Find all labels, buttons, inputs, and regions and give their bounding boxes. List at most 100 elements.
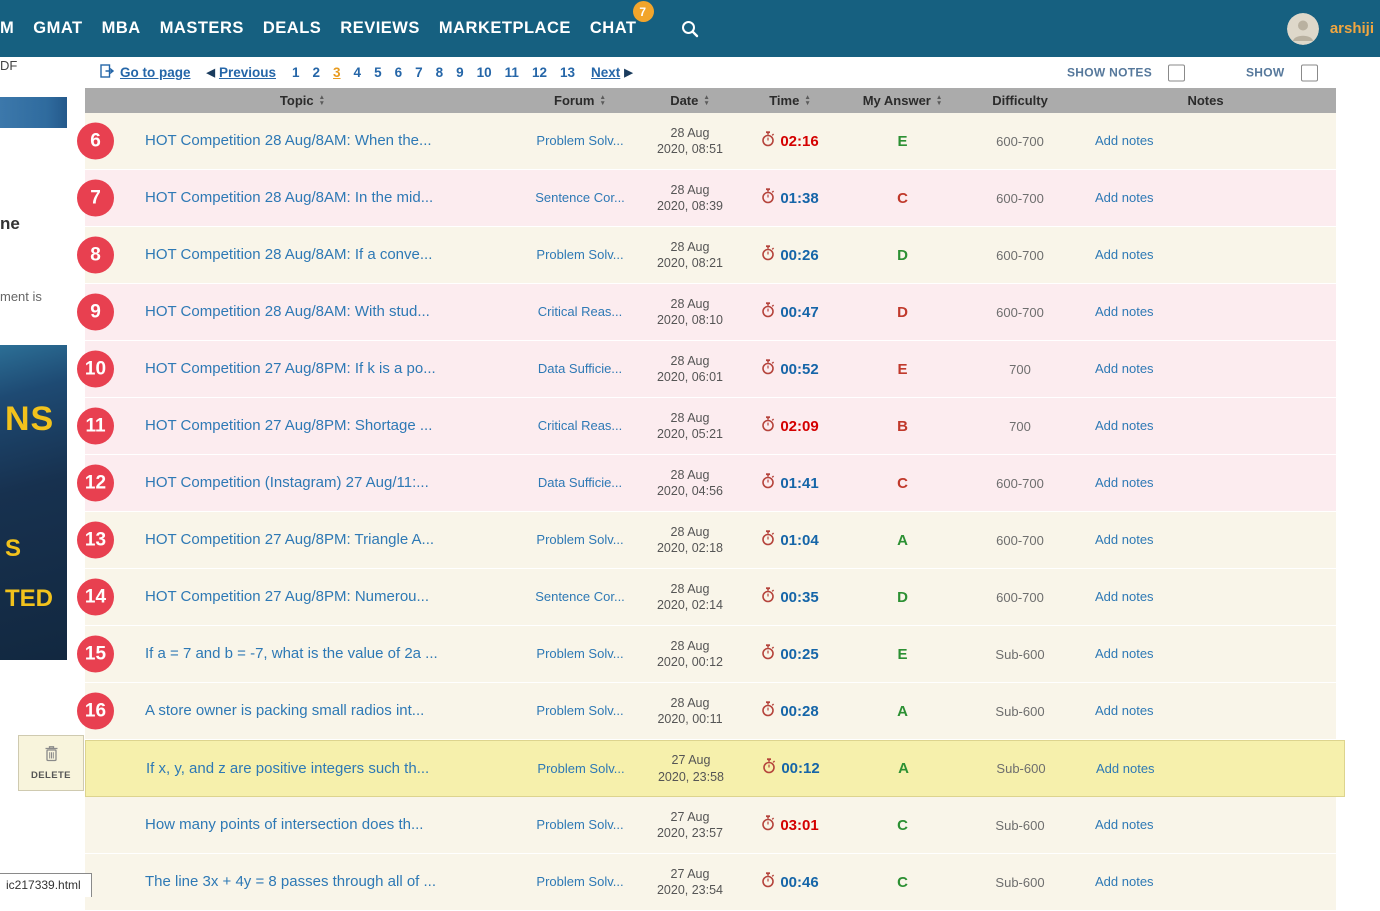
header-topic[interactable]: Topic — [85, 93, 520, 108]
table-row[interactable]: 10 HOT Competition 27 Aug/8PM: If k is a… — [77, 341, 1336, 398]
stopwatch-icon — [761, 187, 775, 209]
add-notes-link[interactable]: Add notes — [1095, 190, 1154, 205]
header-notes: Notes — [1075, 93, 1336, 108]
add-notes-link[interactable]: Add notes — [1096, 761, 1155, 776]
topic-link[interactable]: HOT Competition 28 Aug/8AM: When the... — [145, 132, 432, 149]
forum-link[interactable]: Problem Solv... — [536, 817, 623, 832]
page-number-1[interactable]: 1 — [292, 65, 300, 80]
add-notes-link[interactable]: Add notes — [1095, 304, 1154, 319]
username[interactable]: arshiji — [1330, 20, 1374, 37]
topic-link[interactable]: How many points of intersection does th.… — [145, 816, 423, 833]
table-header: Topic Forum Date Time My Answer Difficul… — [85, 88, 1336, 113]
nav-item-gmat[interactable]: GMAT — [33, 19, 82, 38]
trash-icon — [44, 745, 59, 767]
add-notes-link[interactable]: Add notes — [1095, 874, 1154, 889]
page-number-2[interactable]: 2 — [313, 65, 321, 80]
sidebar-blue-banner[interactable] — [0, 97, 67, 128]
forum-link[interactable]: Critical Reas... — [538, 418, 623, 433]
page-number-7[interactable]: 7 — [415, 65, 423, 80]
header-time[interactable]: Time — [740, 93, 840, 108]
topic-link[interactable]: HOT Competition 28 Aug/8AM: If a conve..… — [145, 246, 432, 263]
topic-link[interactable]: HOT Competition (Instagram) 27 Aug/11:..… — [145, 474, 429, 491]
table-row[interactable]: 16 A store owner is packing small radios… — [77, 683, 1336, 740]
table-row[interactable]: 7 HOT Competition 28 Aug/8AM: In the mid… — [77, 170, 1336, 227]
delete-button[interactable]: DELETE — [18, 735, 84, 791]
page-number-3[interactable]: 3 — [333, 65, 341, 80]
table-row[interactable]: 6 HOT Competition 28 Aug/8AM: When the..… — [77, 113, 1336, 170]
add-notes-link[interactable]: Add notes — [1095, 418, 1154, 433]
forum-link[interactable]: Critical Reas... — [538, 304, 623, 319]
page-number-8[interactable]: 8 — [436, 65, 444, 80]
forum-link[interactable]: Problem Solv... — [536, 247, 623, 262]
avatar[interactable] — [1286, 12, 1319, 45]
nav-item-forum-partial[interactable]: M — [0, 19, 14, 38]
forum-cell: Problem Solv... — [520, 873, 640, 891]
add-notes-link[interactable]: Add notes — [1095, 817, 1154, 832]
add-notes-link[interactable]: Add notes — [1095, 589, 1154, 604]
nav-item-reviews[interactable]: REVIEWS — [340, 19, 420, 38]
add-notes-link[interactable]: Add notes — [1095, 532, 1154, 547]
add-notes-link[interactable]: Add notes — [1095, 247, 1154, 262]
nav-item-deals[interactable]: DEALS — [263, 19, 321, 38]
header-my-answer[interactable]: My Answer — [840, 93, 965, 108]
add-notes-link[interactable]: Add notes — [1095, 475, 1154, 490]
forum-link[interactable]: Problem Solv... — [536, 874, 623, 889]
topic-link[interactable]: If a = 7 and b = -7, what is the value o… — [145, 645, 438, 662]
table-row[interactable]: If x, y, and z are positive integers suc… — [85, 740, 1345, 797]
table-row[interactable]: 8 HOT Competition 28 Aug/8AM: If a conve… — [77, 227, 1336, 284]
add-notes-link[interactable]: Add notes — [1095, 133, 1154, 148]
page-number-4[interactable]: 4 — [354, 65, 362, 80]
forum-link[interactable]: Problem Solv... — [536, 646, 623, 661]
topic-link[interactable]: If x, y, and z are positive integers suc… — [146, 760, 429, 777]
forum-link[interactable]: Data Sufficie... — [538, 361, 622, 376]
topic-link[interactable]: HOT Competition 27 Aug/8PM: Numerou... — [145, 588, 429, 605]
topic-link[interactable]: A store owner is packing small radios in… — [145, 702, 424, 719]
add-notes-link[interactable]: Add notes — [1095, 361, 1154, 376]
forum-link[interactable]: Problem Solv... — [537, 761, 624, 776]
table-row[interactable]: 13 HOT Competition 27 Aug/8PM: Triangle … — [77, 512, 1336, 569]
forum-link[interactable]: Sentence Cor... — [535, 589, 625, 604]
search-icon[interactable] — [680, 19, 700, 39]
add-notes-link[interactable]: Add notes — [1095, 646, 1154, 661]
page-number-9[interactable]: 9 — [456, 65, 464, 80]
table-row[interactable]: The line 3x + 4y = 8 passes through all … — [85, 854, 1336, 911]
page-number-5[interactable]: 5 — [374, 65, 382, 80]
nav-item-mba[interactable]: MBA — [102, 19, 141, 38]
topic-link[interactable]: HOT Competition 27 Aug/8PM: If k is a po… — [145, 360, 436, 377]
next-page-link[interactable]: Next — [591, 65, 633, 80]
header-forum[interactable]: Forum — [520, 93, 640, 108]
nav-item-masters[interactable]: MASTERS — [160, 19, 244, 38]
topic-link[interactable]: HOT Competition 28 Aug/8AM: In the mid..… — [145, 189, 433, 206]
nav-item-marketplace[interactable]: MARKETPLACE — [439, 19, 571, 38]
topic-link[interactable]: HOT Competition 27 Aug/8PM: Shortage ... — [145, 417, 432, 434]
forum-link[interactable]: Problem Solv... — [536, 532, 623, 547]
nav-item-chat[interactable]: CHAT 7 — [590, 1, 654, 38]
page-number-10[interactable]: 10 — [477, 65, 492, 80]
next-label: Next — [591, 65, 621, 80]
page-number-6[interactable]: 6 — [395, 65, 403, 80]
ad-banner[interactable]: NS S TED — [0, 345, 67, 660]
forum-link[interactable]: Data Sufficie... — [538, 475, 622, 490]
forum-link[interactable]: Problem Solv... — [536, 133, 623, 148]
previous-page-link[interactable]: Previous — [207, 65, 276, 80]
table-row[interactable]: 9 HOT Competition 28 Aug/8AM: With stud.… — [77, 284, 1336, 341]
page-number-13[interactable]: 13 — [560, 65, 575, 80]
table-row[interactable]: 14 HOT Competition 27 Aug/8PM: Numerou..… — [77, 569, 1336, 626]
table-row[interactable]: 12 HOT Competition (Instagram) 27 Aug/11… — [77, 455, 1336, 512]
show-checkbox[interactable] — [1300, 64, 1318, 81]
topic-link[interactable]: HOT Competition 27 Aug/8PM: Triangle A..… — [145, 531, 434, 548]
page-number-12[interactable]: 12 — [532, 65, 547, 80]
topic-link[interactable]: The line 3x + 4y = 8 passes through all … — [145, 873, 436, 890]
topic-link[interactable]: HOT Competition 28 Aug/8AM: With stud... — [145, 303, 430, 320]
header-date[interactable]: Date — [640, 93, 740, 108]
page-number-11[interactable]: 11 — [505, 65, 519, 80]
show-notes-checkbox[interactable] — [1168, 64, 1186, 81]
forum-link[interactable]: Sentence Cor... — [535, 190, 625, 205]
table-row[interactable]: 15 If a = 7 and b = -7, what is the valu… — [77, 626, 1336, 683]
forum-link[interactable]: Problem Solv... — [536, 703, 623, 718]
add-notes-link[interactable]: Add notes — [1095, 703, 1154, 718]
table-row[interactable]: How many points of intersection does th.… — [85, 797, 1336, 854]
go-to-page[interactable]: Go to page — [100, 64, 191, 81]
table-row[interactable]: 11 HOT Competition 27 Aug/8PM: Shortage … — [77, 398, 1336, 455]
elapsed-time: 02:09 — [780, 417, 819, 435]
